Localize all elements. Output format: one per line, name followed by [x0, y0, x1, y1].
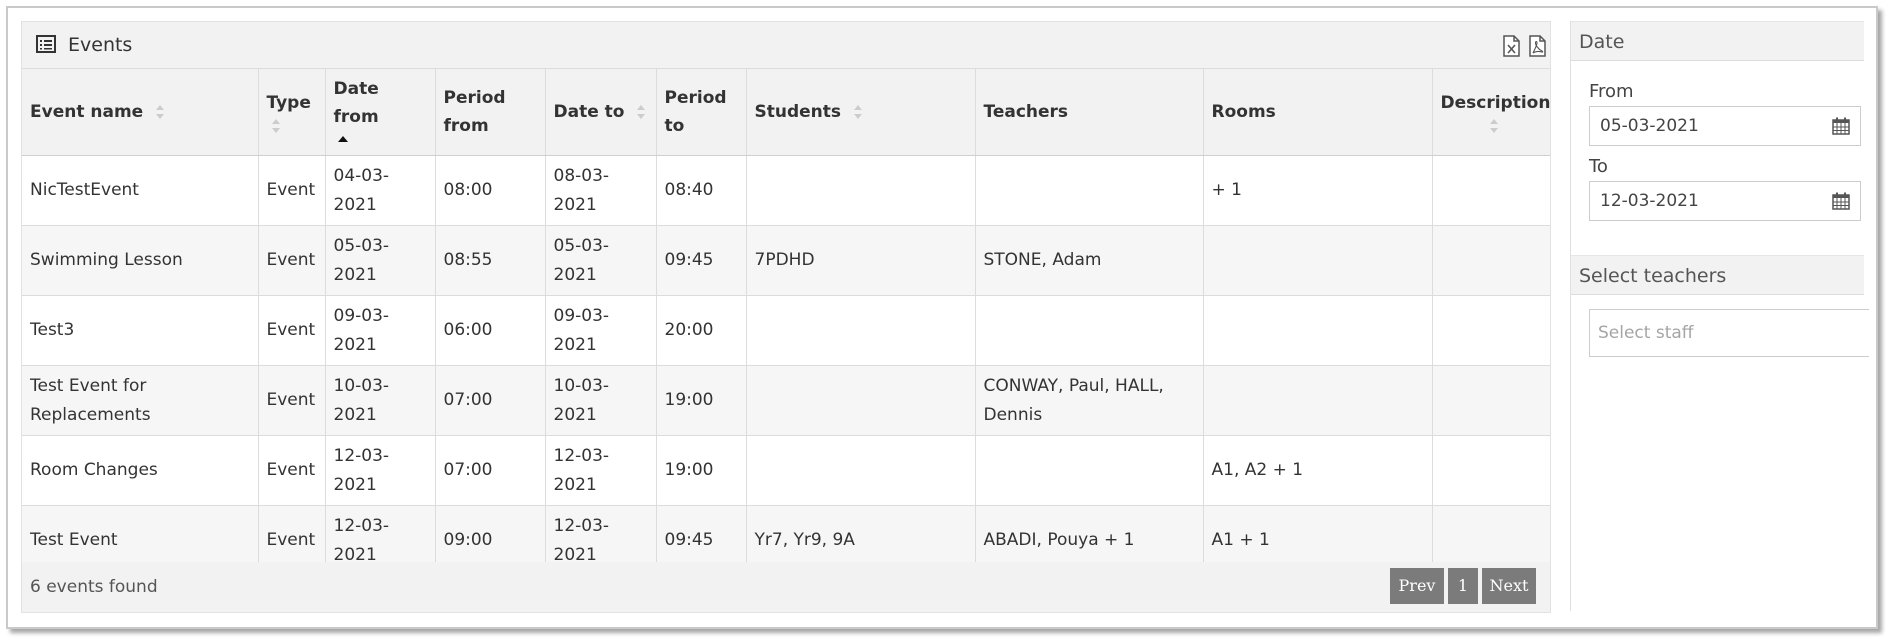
- calendar-icon[interactable]: [1832, 192, 1850, 210]
- column-header-teachers[interactable]: Teachers: [975, 69, 1204, 156]
- filter-panel: Date From 05-03-2021 To 12-03-2021 Selec…: [1570, 21, 1869, 611]
- cell-date-from: 05-03-2021: [325, 225, 436, 296]
- events-panel: Events Event name Type Date from Period …: [21, 21, 1551, 613]
- cell-rooms: + 1: [1203, 155, 1433, 226]
- cell-event-name: Swimming Lesson: [22, 225, 259, 296]
- cell-students: [746, 155, 976, 226]
- excel-export-icon[interactable]: [1501, 34, 1521, 58]
- cell-type: Event: [258, 155, 326, 226]
- cell-period-to: 19:00: [656, 365, 747, 436]
- cell-description: [1432, 365, 1550, 436]
- cell-students: 7PDHD: [746, 225, 976, 296]
- date-from-input[interactable]: 05-03-2021: [1589, 106, 1861, 146]
- sort-icon: [156, 105, 165, 119]
- cell-rooms: A1, A2 + 1: [1203, 435, 1433, 506]
- prev-page-button[interactable]: Prev: [1390, 568, 1444, 604]
- next-page-button[interactable]: Next: [1482, 568, 1536, 604]
- cell-period-from: 07:00: [435, 365, 546, 436]
- date-to-input[interactable]: 12-03-2021: [1589, 181, 1861, 221]
- cell-date-to: 05-03-2021: [545, 225, 657, 296]
- sort-icon: [637, 105, 646, 119]
- cell-date-to: 09-03-2021: [545, 295, 657, 366]
- cell-period-to: 08:40: [656, 155, 747, 226]
- date-section-header: Date: [1571, 21, 1864, 61]
- app-window: Events Event name Type Date from Period …: [6, 6, 1878, 629]
- date-to-label: To: [1589, 156, 1608, 177]
- table-row[interactable]: NicTestEvent Event 04-03-2021 08:00 08-0…: [22, 155, 1550, 226]
- cell-description: [1432, 155, 1550, 226]
- cell-date-from: 10-03-2021: [325, 365, 436, 436]
- sort-icon: [271, 119, 280, 133]
- cell-rooms: [1203, 365, 1433, 436]
- table-row[interactable]: Room Changes Event 12-03-2021 07:00 12-0…: [22, 435, 1550, 506]
- teachers-section-header: Select teachers: [1571, 255, 1864, 295]
- cell-students: [746, 365, 976, 436]
- events-panel-footer: 6 events found Prev 1 Next: [22, 562, 1550, 612]
- cell-period-from: 08:00: [435, 155, 546, 226]
- calendar-icon[interactable]: [1832, 117, 1850, 135]
- date-from-label: From: [1589, 81, 1634, 102]
- cell-event-name: Room Changes: [22, 435, 259, 506]
- pdf-export-icon[interactable]: [1527, 34, 1547, 58]
- column-header-students[interactable]: Students: [746, 69, 976, 156]
- cell-description: [1432, 435, 1550, 506]
- cell-date-from: 09-03-2021: [325, 295, 436, 366]
- cell-description: [1432, 225, 1550, 296]
- page-1-button[interactable]: 1: [1448, 568, 1478, 604]
- events-panel-title: Events: [68, 34, 133, 56]
- cell-students: [746, 435, 976, 506]
- select-staff-dropdown[interactable]: Select staff: [1589, 309, 1869, 357]
- cell-date-to: 10-03-2021: [545, 365, 657, 436]
- cell-period-to: 20:00: [656, 295, 747, 366]
- cell-description: [1432, 295, 1550, 366]
- cell-rooms: [1203, 225, 1433, 296]
- pagination: Prev 1 Next: [1390, 568, 1536, 604]
- cell-type: Event: [258, 365, 326, 436]
- column-header-date-from[interactable]: Date from: [325, 69, 436, 156]
- cell-teachers: [975, 155, 1204, 226]
- column-header-date-to[interactable]: Date to: [545, 69, 657, 156]
- cell-period-from: 06:00: [435, 295, 546, 366]
- column-header-period-to[interactable]: Period to: [656, 69, 747, 156]
- sort-icon: [853, 105, 862, 119]
- cell-date-from: 12-03-2021: [325, 435, 436, 506]
- cell-period-from: 08:55: [435, 225, 546, 296]
- cell-teachers: [975, 295, 1204, 366]
- cell-period-to: 19:00: [656, 435, 747, 506]
- select-staff-placeholder: Select staff: [1598, 323, 1694, 343]
- events-table: Event name Type Date from Period from Da…: [22, 69, 1550, 576]
- cell-teachers: [975, 435, 1204, 506]
- sort-ascending-icon: [337, 136, 348, 142]
- table-row[interactable]: Test Event for Replacements Event 10-03-…: [22, 365, 1550, 436]
- column-header-period-from[interactable]: Period from: [435, 69, 546, 156]
- cell-type: Event: [258, 225, 326, 296]
- date-to-value: 12-03-2021: [1600, 191, 1699, 211]
- cell-event-name: Test Event for Replacements: [22, 365, 259, 436]
- table-header-row: Event name Type Date from Period from Da…: [22, 69, 1550, 156]
- cell-type: Event: [258, 435, 326, 506]
- column-header-description[interactable]: Description: [1432, 69, 1550, 156]
- events-count: 6 events found: [30, 577, 158, 597]
- cell-date-from: 04-03-2021: [325, 155, 436, 226]
- cell-period-to: 09:45: [656, 225, 747, 296]
- column-header-rooms[interactable]: Rooms: [1203, 69, 1433, 156]
- cell-date-to: 08-03-2021: [545, 155, 657, 226]
- sort-icon: [1489, 119, 1498, 133]
- list-icon: [36, 35, 56, 53]
- cell-rooms: [1203, 295, 1433, 366]
- cell-teachers: STONE, Adam: [975, 225, 1204, 296]
- cell-event-name: NicTestEvent: [22, 155, 259, 226]
- column-header-event-name[interactable]: Event name: [22, 69, 259, 156]
- events-panel-header: Events: [22, 22, 1550, 69]
- cell-type: Event: [258, 295, 326, 366]
- date-from-value: 05-03-2021: [1600, 116, 1699, 136]
- cell-period-from: 07:00: [435, 435, 546, 506]
- column-header-type[interactable]: Type: [258, 69, 326, 156]
- cell-teachers: CONWAY, Paul, HALL, Dennis: [975, 365, 1204, 436]
- cell-date-to: 12-03-2021: [545, 435, 657, 506]
- cell-students: [746, 295, 976, 366]
- cell-event-name: Test3: [22, 295, 259, 366]
- table-row[interactable]: Test3 Event 09-03-2021 06:00 09-03-2021 …: [22, 295, 1550, 366]
- table-row[interactable]: Swimming Lesson Event 05-03-2021 08:55 0…: [22, 225, 1550, 296]
